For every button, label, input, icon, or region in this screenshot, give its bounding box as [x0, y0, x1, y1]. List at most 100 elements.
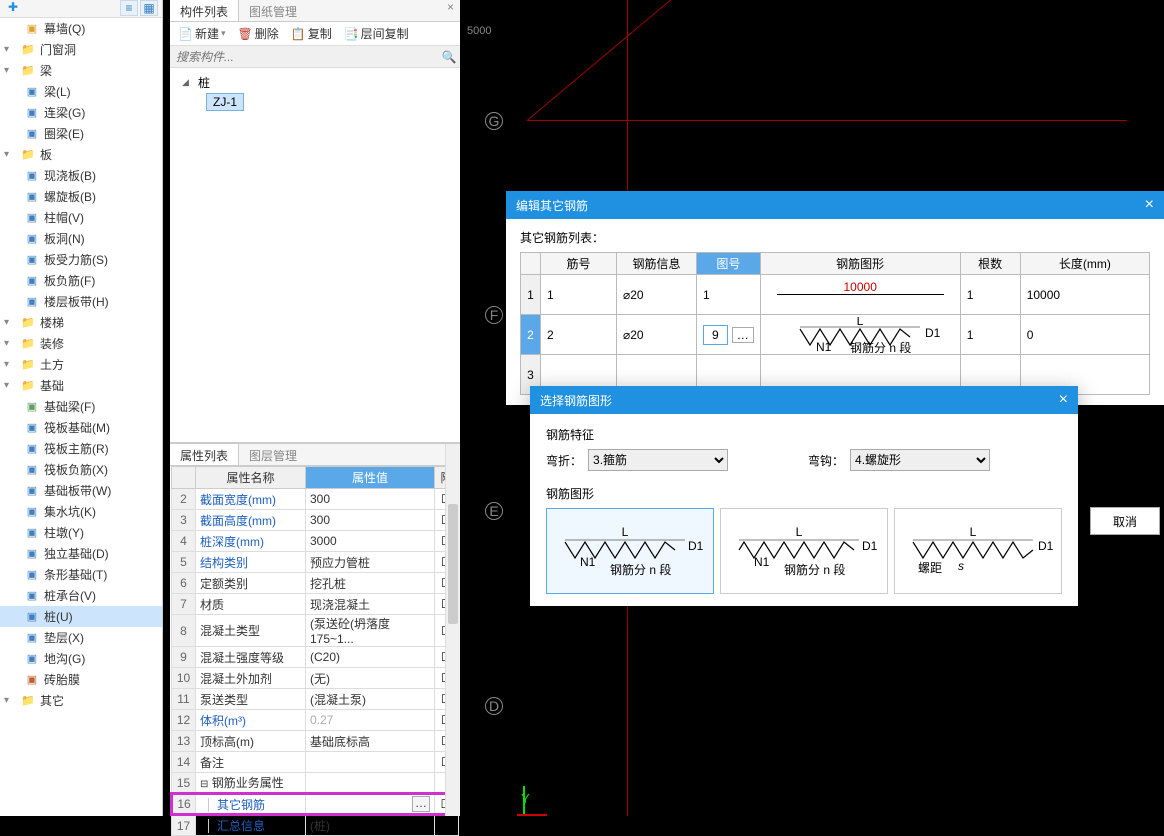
category-item[interactable]: ▣基础板带(W): [0, 480, 162, 501]
beam-icon: ▣: [24, 127, 40, 141]
category-item[interactable]: ▣桩承台(V): [0, 585, 162, 606]
property-row[interactable]: 8混凝土类型(泵送砼(坍落度175~1...☐: [172, 615, 459, 647]
col-rebar-id[interactable]: 筋号: [541, 253, 617, 275]
property-row[interactable]: 12体积(m³)0.27☐: [172, 710, 459, 731]
axis-label-g: G: [485, 112, 503, 130]
hook-select[interactable]: 4.螺旋形: [850, 449, 990, 471]
category-item[interactable]: ▣集水坑(K): [0, 501, 162, 522]
category-item[interactable]: ▣梁(L): [0, 81, 162, 102]
tab-layer-mgmt[interactable]: 图层管理: [239, 444, 307, 465]
grid-line: [527, 0, 757, 121]
category-item[interactable]: ▣板负筋(F): [0, 270, 162, 291]
property-row[interactable]: 4桩深度(mm)3000☐: [172, 531, 459, 552]
col-shape[interactable]: 钢筋图形: [760, 253, 960, 275]
dialog-titlebar[interactable]: 编辑其它钢筋 ×: [506, 191, 1164, 219]
category-item[interactable]: ▣垫层(X): [0, 627, 162, 648]
new-button[interactable]: 📄新建▾: [174, 23, 230, 44]
axis-label-f: F: [485, 306, 503, 324]
plus-icon[interactable]: ✚: [4, 0, 22, 17]
property-row[interactable]: 10混凝土外加剂(无)☐: [172, 668, 459, 689]
category-group[interactable]: ▾📁楼梯: [0, 312, 162, 333]
search-input[interactable]: [170, 46, 438, 67]
folder-icon: 📁: [20, 43, 36, 57]
bend-select[interactable]: 3.箍筋: [588, 449, 728, 471]
category-item[interactable]: ▣楼层板带(H): [0, 291, 162, 312]
component-tree-parent[interactable]: ◢ 桩: [170, 72, 460, 92]
category-item[interactable]: ▣连梁(G): [0, 102, 162, 123]
col-count[interactable]: 根数: [960, 253, 1020, 275]
category-item[interactable]: ▣桩(U): [0, 606, 162, 627]
property-row[interactable]: 17汇总信息(桩)☐: [172, 815, 459, 836]
property-row[interactable]: 11泵送类型(混凝土泵)☐: [172, 689, 459, 710]
property-row[interactable]: 7材质现浇混凝土☐: [172, 594, 459, 615]
search-icon[interactable]: 🔍: [438, 46, 460, 67]
category-item[interactable]: ▣砖胎膜: [0, 669, 162, 690]
scrollbar[interactable]: [445, 444, 460, 816]
category-item[interactable]: ▣幕墙(Q): [0, 18, 162, 39]
category-group[interactable]: ▾📁装修: [0, 333, 162, 354]
category-item[interactable]: ▣板洞(N): [0, 228, 162, 249]
property-row[interactable]: 13顶标高(m)基础底标高☐: [172, 731, 459, 752]
property-row[interactable]: 16其它钢筋…☐: [172, 794, 459, 815]
property-row[interactable]: 15⊟ 钢筋业务属性: [172, 773, 459, 794]
category-group[interactable]: ▾📁基础: [0, 375, 162, 396]
table-row[interactable]: 2 2 ⌀20 9… L N1 D1 钢筋分 n 段: [521, 315, 1150, 355]
hook-label: 弯钩：: [808, 452, 844, 469]
property-row[interactable]: 6定额类别挖孔桩☐: [172, 573, 459, 594]
category-group[interactable]: ▾📁土方: [0, 354, 162, 375]
folder-icon: 📁: [20, 337, 36, 351]
list-view-icon[interactable]: ≡: [120, 0, 138, 16]
tab-component-list[interactable]: 构件列表: [170, 0, 239, 21]
category-item[interactable]: ▣筏板主筋(R): [0, 438, 162, 459]
dialog-title: 选择钢筋图形: [540, 392, 612, 409]
category-item[interactable]: ▣独立基础(D): [0, 543, 162, 564]
category-item[interactable]: ▣基础梁(F): [0, 396, 162, 417]
table-row[interactable]: 1 1 ⌀20 1 10000 1 10000: [521, 275, 1150, 315]
category-item[interactable]: ▣圈梁(E): [0, 123, 162, 144]
category-group[interactable]: ▾📁板: [0, 144, 162, 165]
category-item[interactable]: ▣筏板基础(M): [0, 417, 162, 438]
copy-button[interactable]: 📋复制: [287, 23, 336, 44]
category-group[interactable]: ▾📁梁: [0, 60, 162, 81]
col-rebar-info[interactable]: 钢筋信息: [617, 253, 697, 275]
col-shape-no[interactable]: 图号: [697, 253, 761, 275]
grid-view-icon[interactable]: ▦: [140, 0, 158, 16]
tab-drawing-mgmt[interactable]: 图纸管理: [239, 0, 307, 21]
category-group[interactable]: ▾📁门窗洞: [0, 39, 162, 60]
category-item[interactable]: ▣条形基础(T): [0, 564, 162, 585]
ellipsis-button[interactable]: …: [732, 327, 754, 343]
collapse-icon: ▾: [4, 359, 16, 370]
close-icon[interactable]: ×: [1059, 391, 1068, 409]
property-row[interactable]: 3截面高度(mm)300☐: [172, 510, 459, 531]
cancel-button[interactable]: 取消: [1090, 507, 1160, 535]
category-item[interactable]: ▣柱帽(V): [0, 207, 162, 228]
delete-button[interactable]: 🗑删除: [234, 23, 283, 44]
shape-card[interactable]: L N1 D1 钢筋分 n 段: [546, 508, 714, 594]
shape-card[interactable]: L N1 D1 钢筋分 n 段: [720, 508, 888, 594]
property-row[interactable]: 2截面宽度(mm)300☐: [172, 489, 459, 510]
layer-copy-button[interactable]: 📑层间复制: [340, 23, 413, 44]
tab-property-list[interactable]: 属性列表: [170, 444, 239, 465]
close-icon[interactable]: ×: [441, 0, 460, 21]
category-item[interactable]: ▣柱墩(Y): [0, 522, 162, 543]
svg-text:D1: D1: [688, 539, 704, 553]
category-item[interactable]: ▣地沟(G): [0, 648, 162, 669]
shape-card[interactable]: L 螺距 s D1: [894, 508, 1062, 594]
close-icon[interactable]: ×: [1145, 196, 1154, 214]
category-item[interactable]: ▣板受力筋(S): [0, 249, 162, 270]
category-group[interactable]: ▾📁其它: [0, 690, 162, 711]
property-row[interactable]: 9混凝土强度等级(C20)☐: [172, 647, 459, 668]
dialog-titlebar[interactable]: 选择钢筋图形 ×: [530, 386, 1078, 414]
category-item[interactable]: ▣螺旋板(B): [0, 186, 162, 207]
category-item[interactable]: ▣现浇板(B): [0, 165, 162, 186]
component-tree-item[interactable]: ZJ-1: [170, 92, 460, 112]
svg-text:钢筋分 n 段: 钢筋分 n 段: [850, 340, 911, 353]
property-row[interactable]: 5结构类别预应力管桩☐: [172, 552, 459, 573]
category-item[interactable]: ▣筏板负筋(X): [0, 459, 162, 480]
property-row[interactable]: 14备注☐: [172, 752, 459, 773]
ellipsis-button[interactable]: …: [412, 796, 430, 812]
col-length[interactable]: 长度(mm): [1020, 253, 1149, 275]
zigzag-icon: L N1 D1 钢筋分 n 段: [780, 317, 940, 353]
strip-icon: ▣: [24, 295, 40, 309]
svg-text:D1: D1: [862, 539, 878, 553]
